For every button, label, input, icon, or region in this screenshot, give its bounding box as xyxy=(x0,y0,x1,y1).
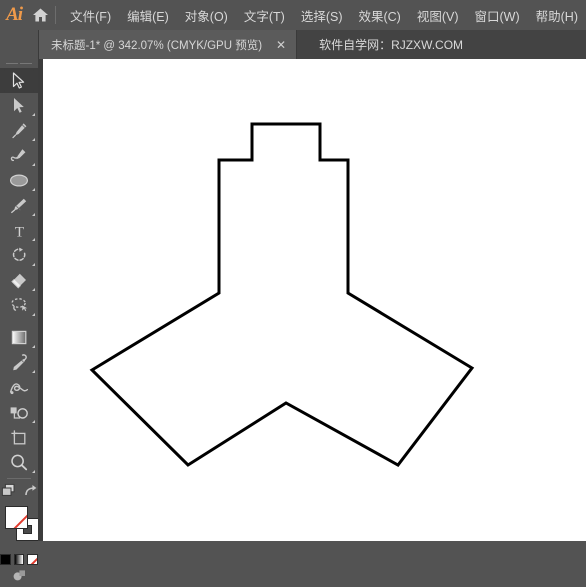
flyout-arrow-icon xyxy=(32,263,35,266)
flyout-arrow-icon xyxy=(32,288,35,291)
draw-normal-icon[interactable] xyxy=(12,568,27,587)
artboard[interactable] xyxy=(43,59,586,541)
curvature-tool[interactable] xyxy=(0,143,38,168)
flyout-arrow-icon xyxy=(32,238,35,241)
app-logo: Ai xyxy=(6,4,23,25)
home-icon[interactable] xyxy=(28,0,53,30)
flyout-arrow-icon xyxy=(32,420,35,423)
menu-bar: Ai 文件(F) 编辑(E) 对象(O) 文字(T) 选择(S) 效果(C) 视… xyxy=(0,0,586,30)
lasso-tool[interactable] xyxy=(0,293,38,318)
flyout-arrow-icon xyxy=(32,313,35,316)
menu-window[interactable]: 窗口(W) xyxy=(467,0,528,30)
flyout-arrow-icon xyxy=(32,470,35,473)
pen-tool[interactable] xyxy=(0,118,38,143)
gradient-tool[interactable] xyxy=(0,325,38,350)
canvas-area[interactable] xyxy=(38,59,586,541)
flyout-arrow-icon xyxy=(32,138,35,141)
eyedropper-tool[interactable] xyxy=(0,350,38,375)
close-icon[interactable]: ✕ xyxy=(275,39,287,51)
menu-view[interactable]: 视图(V) xyxy=(409,0,467,30)
artwork-layer xyxy=(89,122,475,467)
flyout-arrow-icon xyxy=(32,163,35,166)
flyout-arrow-icon xyxy=(32,113,35,116)
none-slash-icon xyxy=(7,507,27,528)
document-tab-bar: 未标题-1* @ 342.07% (CMYK/GPU 预览) ✕ 软件自学网：R… xyxy=(0,30,586,59)
type-tool[interactable]: T xyxy=(0,218,38,243)
menu-edit[interactable]: 编辑(E) xyxy=(119,0,177,30)
paintbrush-tool[interactable] xyxy=(0,193,38,218)
none-chip[interactable] xyxy=(27,553,39,565)
fill-stroke-controls xyxy=(0,505,39,549)
color-mode-chips xyxy=(0,551,39,567)
selection-tool[interactable] xyxy=(0,68,38,93)
zoom-tool[interactable] xyxy=(0,450,38,475)
menu-object[interactable]: 对象(O) xyxy=(177,0,236,30)
fill-swatch[interactable] xyxy=(5,506,28,529)
menu-type[interactable]: 文字(T) xyxy=(236,0,293,30)
gradient-chip[interactable] xyxy=(13,553,25,565)
drawing-mode-row xyxy=(0,567,38,587)
document-tab-title: 未标题-1* @ 342.07% (CMYK/GPU 预览) xyxy=(51,39,263,52)
eraser-tool[interactable] xyxy=(0,268,38,293)
menu-help[interactable]: 帮助(H) xyxy=(528,0,586,30)
tools-panel: T xyxy=(0,59,39,580)
direct-selection-tool[interactable] xyxy=(0,93,38,118)
tool-footer-row xyxy=(0,482,38,504)
menu-items: 文件(F) 编辑(E) 对象(O) 文字(T) 选择(S) 效果(C) 视图(V… xyxy=(62,0,586,30)
panel-drag-handle[interactable] xyxy=(0,59,38,68)
ellipse-tool[interactable] xyxy=(0,168,38,193)
flyout-arrow-icon xyxy=(32,213,35,216)
rotate-tool[interactable] xyxy=(0,243,38,268)
flyout-arrow-icon xyxy=(32,188,35,191)
flyout-arrow-icon xyxy=(32,345,35,348)
document-tab[interactable]: 未标题-1* @ 342.07% (CMYK/GPU 预览) ✕ xyxy=(39,30,298,59)
menu-select[interactable]: 选择(S) xyxy=(293,0,351,30)
swap-arrow-icon[interactable] xyxy=(23,484,37,503)
artboard-tool[interactable] xyxy=(0,425,38,450)
blend-tool[interactable] xyxy=(0,375,38,400)
flyout-arrow-icon xyxy=(32,370,35,373)
menu-effect[interactable]: 效果(C) xyxy=(350,0,408,30)
shape-builder-tool[interactable] xyxy=(0,400,38,425)
svg-text:T: T xyxy=(14,224,23,238)
color-chip[interactable] xyxy=(0,553,11,565)
illustrator-window: Ai 文件(F) 编辑(E) 对象(O) 文字(T) 选择(S) 效果(C) 视… xyxy=(0,0,586,580)
screen-mode-icon[interactable] xyxy=(1,483,17,503)
watermark-text: 软件自学网：RJZXW.COM xyxy=(319,38,464,52)
tools-rule xyxy=(7,478,31,479)
menubar-divider xyxy=(55,6,57,24)
tri-lobed-notched-polygon[interactable] xyxy=(89,122,475,467)
menu-file[interactable]: 文件(F) xyxy=(62,0,119,30)
tabbar-lead-spacer xyxy=(0,30,39,59)
tools-separator xyxy=(0,318,38,325)
